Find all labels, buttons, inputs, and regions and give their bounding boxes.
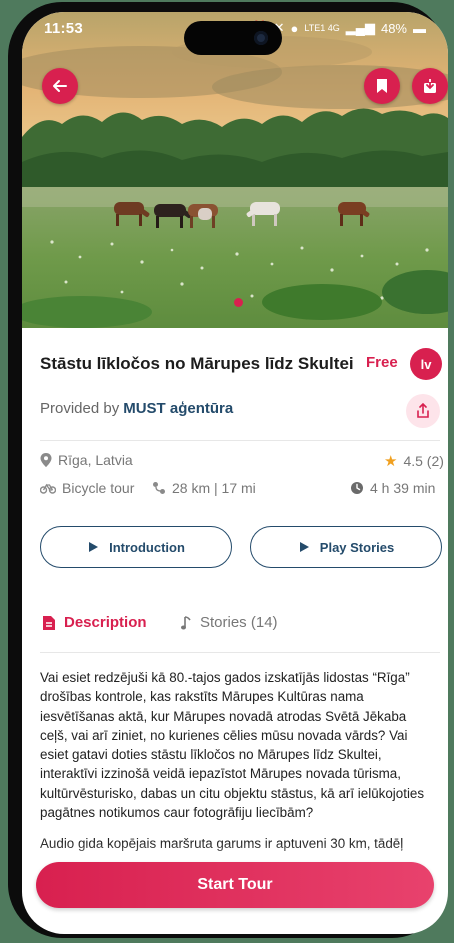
duration: 4 h 39 min [350, 480, 435, 496]
location-icon: ● [290, 20, 299, 36]
description-body: Vai esiet redzējuši kā 80.-tajos gados i… [40, 668, 434, 866]
back-arrow-icon [53, 80, 67, 92]
divider [40, 652, 440, 653]
camera-cutout [184, 21, 282, 55]
play-stories-label: Play Stories [319, 539, 395, 555]
divider [40, 440, 440, 441]
bicycle-icon [40, 483, 56, 494]
location-pin-icon [40, 453, 52, 467]
app-screen: 11:53 ⏰ ✕ ● LTE1 4G ▂▄▆ 48% ▬ [22, 12, 448, 934]
music-note-icon [181, 615, 191, 629]
introduction-button[interactable]: Introduction [40, 526, 232, 568]
tour-type-text: Bicycle tour [62, 480, 135, 496]
download-icon [424, 78, 436, 93]
provider-prefix: Provided by [40, 400, 120, 417]
rating[interactable]: ★ 4.5 (2) [384, 452, 444, 470]
description-paragraph-1: Vai esiet redzējuši kā 80.-tajos gados i… [40, 670, 425, 821]
phone-frame: 11:53 ⏰ ✕ ● LTE1 4G ▂▄▆ 48% ▬ [8, 2, 448, 938]
location-rating-row: Rīga, Latvia ★ 4.5 (2) [40, 450, 444, 472]
tab-stories-label: Stories (14) [200, 614, 278, 631]
tab-stories[interactable]: Stories (14) [180, 614, 278, 631]
tab-description[interactable]: Description [42, 614, 147, 631]
play-icon [89, 542, 99, 552]
camera-lens [254, 31, 268, 45]
play-icon [299, 542, 309, 552]
tour-type: Bicycle tour [40, 480, 134, 496]
play-stories-button[interactable]: Play Stories [250, 526, 442, 568]
duration-text: 4 h 39 min [370, 480, 436, 496]
introduction-label: Introduction [109, 539, 185, 555]
bookmark-button[interactable] [364, 68, 400, 104]
title-row: Stāstu līkločos no Mārupes līdz Skultei … [40, 348, 442, 384]
signal-icon: ▂▄▆ [345, 20, 375, 35]
document-icon [43, 615, 55, 630]
price-label: Free [366, 354, 398, 371]
rating-text: 4.5 (2) [403, 453, 444, 469]
location-text: Rīga, Latvia [58, 452, 133, 468]
carousel-indicator [234, 298, 243, 307]
battery-icon: ▬ [413, 20, 426, 36]
battery-label: 48% [380, 20, 407, 36]
share-icon [417, 403, 429, 418]
star-icon: ★ [384, 453, 398, 470]
share-button[interactable] [406, 394, 440, 428]
tab-description-label: Description [64, 614, 147, 631]
bookmark-icon [377, 79, 387, 93]
carousel-dot-active[interactable] [234, 298, 243, 307]
start-tour-button[interactable]: Start Tour [36, 862, 434, 908]
clock-icon [351, 482, 363, 494]
tour-title: Stāstu līkločos no Mārupes līdz Skultei [40, 354, 354, 373]
network-label: LTE1 4G [304, 23, 340, 33]
hero-image[interactable]: 11:53 ⏰ ✕ ● LTE1 4G ▂▄▆ 48% ▬ [22, 12, 448, 328]
detail-tabs: Description Stories (14) [40, 610, 444, 638]
distance-text: 28 km | 17 mi [172, 480, 256, 496]
provider-line: Provided by MUST aģentūra [40, 400, 233, 417]
provider-link[interactable]: MUST aģentūra [123, 400, 233, 417]
distance: 28 km | 17 mi [152, 480, 256, 496]
status-time: 11:53 [44, 20, 84, 37]
hero-photo [22, 12, 448, 328]
tour-stats-row: Bicycle tour 28 km | 17 mi 4 h 39 min [40, 478, 444, 500]
route-icon [153, 482, 165, 494]
back-button[interactable] [42, 68, 78, 104]
language-badge[interactable]: lv [410, 348, 442, 380]
location: Rīga, Latvia [40, 452, 133, 468]
download-button[interactable] [412, 68, 448, 104]
